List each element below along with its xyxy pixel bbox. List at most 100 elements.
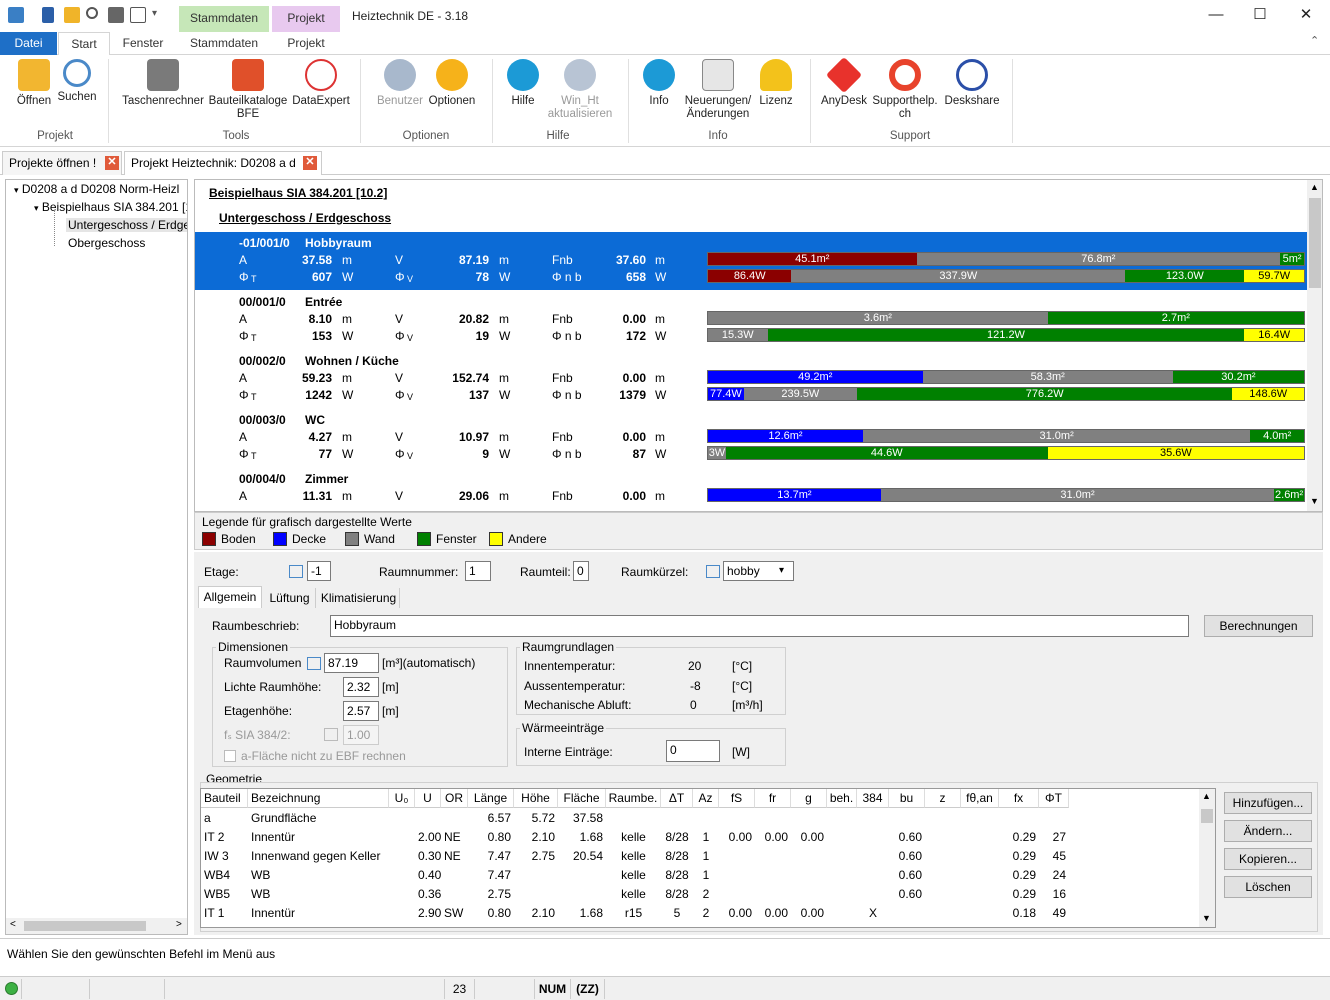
subtab-allgemein[interactable]: Allgemein <box>198 586 262 608</box>
quick-access-dropdown-icon[interactable]: ▾ <box>152 8 157 19</box>
table-row[interactable]: IW 3 Innenwand gegen Keller 0.30 NE 7.47 2.75… <box>201 847 1069 866</box>
tree-node-obergeschoss[interactable]: Obergeschoss <box>68 236 145 250</box>
room-row[interactable]: 00/003/0 WC A 4.27 m V 10.97 m Fnb 0.00 m Φ T 77 W Φ V 9 W… <box>195 409 1307 467</box>
tree-node-building[interactable]: ▾ Beispielhaus SIA 384.201 [1 <box>34 200 187 214</box>
tab-start[interactable]: Start <box>58 32 110 56</box>
calendar-icon[interactable] <box>289 565 303 578</box>
scroll-left-icon[interactable]: < <box>10 919 16 930</box>
table-row[interactable]: IT 1 Innentür 2.90 SW 0.80 2.10 1.68 r15 5 2 0.00 0… <box>201 904 1069 923</box>
column-header[interactable]: U₀ <box>389 789 415 808</box>
column-header[interactable]: ΔT <box>661 789 693 808</box>
raumvolumen-input[interactable]: 87.19 <box>324 653 379 673</box>
taschenrechner-button[interactable]: Taschenrechner <box>120 59 206 108</box>
benutzer-button[interactable]: Benutzer <box>372 59 428 108</box>
info-button[interactable]: Info <box>640 59 678 108</box>
win-ht-button[interactable]: Win_Ht aktualisieren <box>546 59 614 121</box>
column-header[interactable]: fr <box>755 789 791 808</box>
loeschen-button[interactable]: Löschen <box>1224 876 1312 898</box>
column-header[interactable]: Fläche <box>558 789 606 808</box>
oeffnen-button[interactable]: Öffnen <box>12 59 56 108</box>
tab-datei[interactable]: Datei <box>0 32 57 55</box>
room-row[interactable]: 00/001/0 Entrée A 8.10 m V 20.82 m Fnb 0.00 m Φ T 153… <box>195 291 1307 349</box>
column-header[interactable]: z <box>925 789 961 808</box>
room-row[interactable]: 00/004/0 Zimmer A 11.31 m V 29.06 m Fnb 0.00 m 13.7… <box>195 468 1307 511</box>
calendar-icon[interactable] <box>706 565 720 578</box>
column-header[interactable]: OR <box>441 789 468 808</box>
open-folder-icon[interactable] <box>64 7 80 23</box>
raumbeschrieb-input[interactable]: Hobbyraum <box>330 615 1189 637</box>
collapse-ribbon-icon[interactable]: ⌃ <box>1310 34 1319 47</box>
table-row[interactable]: IT 2 Innentür 2.00 NE 0.80 2.10 1.68 kelle 8/28 1… <box>201 828 1069 847</box>
table-row[interactable]: WB5 WB 0.36 2.75 kelle 8/28 2 0.60 0.29 16 <box>201 885 1069 904</box>
column-header[interactable]: beh. <box>827 789 857 808</box>
geometry-scrollbar[interactable]: ▲ ▼ <box>1199 789 1215 927</box>
scroll-thumb[interactable] <box>1201 809 1213 823</box>
column-header[interactable]: Länge <box>468 789 514 808</box>
table-row[interactable]: WB4 WB 0.40 7.47 kelle 8/28 1 0.60 0.29 24 <box>201 866 1069 885</box>
close-document-icon[interactable] <box>130 7 146 23</box>
chevron-down-icon[interactable]: ▾ <box>779 562 784 580</box>
column-header[interactable]: Bezeichnung <box>248 789 389 808</box>
optionen-button[interactable]: Optionen <box>426 59 478 108</box>
room-row[interactable]: -01/001/0 Hobbyraum A 37.58 m V 87.19 m Fnb 37.60… <box>195 232 1307 290</box>
column-header[interactable]: bu <box>889 789 925 808</box>
scroll-thumb[interactable] <box>24 921 146 931</box>
raumnummer-input[interactable]: 1 <box>465 561 491 581</box>
hinzufuegen-button[interactable]: Hinzufügen... <box>1224 792 1312 814</box>
tree-node-untergeschoss[interactable]: Untergeschoss / Erdge <box>66 218 187 232</box>
new-document-icon[interactable] <box>42 7 54 23</box>
scroll-up-icon[interactable]: ▲ <box>1202 791 1211 801</box>
etagenhoehe-input[interactable]: 2.57 <box>343 701 379 721</box>
tab-fenster[interactable]: Fenster <box>112 32 174 55</box>
tab-stammdaten[interactable]: Stammdaten <box>179 32 269 55</box>
expand-icon[interactable]: ▾ <box>14 185 19 195</box>
table-row[interactable]: a Grundfläche 6.57 5.72 37.58 <box>201 809 1069 828</box>
geometry-table[interactable]: Bauteil Bezeichnung U₀ U OR Länge Höhe Fläche Ra… <box>200 788 1216 928</box>
interne-input[interactable]: 0 <box>666 740 720 762</box>
berechnungen-button[interactable]: Berechnungen <box>1204 615 1313 637</box>
tree-node-project[interactable]: ▾ D0208 a d D0208 Norm-Heizl <box>14 182 179 196</box>
tree-hscrollbar[interactable]: < > <box>6 918 187 934</box>
calendar-icon[interactable] <box>307 657 321 670</box>
room-row[interactable]: 00/002/0 Wohnen / Küche A 59.23 m V 152.74 m Fnb… <box>195 350 1307 408</box>
column-header[interactable]: Bauteil <box>201 789 248 808</box>
room-list[interactable]: Beispielhaus SIA 384.201 [10.2] Unterges… <box>194 179 1323 512</box>
search-icon[interactable] <box>86 7 98 19</box>
supporthelp-button[interactable]: Supporthelp. ch <box>868 59 942 121</box>
scroll-up-icon[interactable]: ▲ <box>1310 182 1319 192</box>
column-header[interactable]: fθ,an <box>961 789 999 808</box>
column-header[interactable]: ΦT <box>1039 789 1069 808</box>
column-header[interactable]: fx <box>999 789 1039 808</box>
room-list-scrollbar[interactable]: ▲ ▼ <box>1307 180 1322 511</box>
dataexpert-button[interactable]: DataExpert <box>290 59 352 108</box>
suchen-button[interactable]: Suchen <box>56 59 98 104</box>
close-icon[interactable]: ✕ <box>1286 4 1326 28</box>
minimize-icon[interactable]: — <box>1196 4 1236 28</box>
close-tab-icon[interactable]: ✕ <box>105 156 119 170</box>
column-header[interactable]: fS <box>719 789 755 808</box>
bauteilkataloge-button[interactable]: Bauteilkataloge BFE <box>206 59 290 121</box>
column-header[interactable]: 384 <box>857 789 889 808</box>
lizenz-button[interactable]: Lizenz <box>756 59 796 108</box>
hilfe-button[interactable]: Hilfe <box>500 59 546 108</box>
raumkuerzel-select[interactable]: hobby ▾ <box>723 561 794 581</box>
doc-tab-projekt-heiztechnik[interactable]: Projekt Heiztechnik: D0208 a d ✕ <box>124 151 322 175</box>
column-header[interactable]: g <box>791 789 827 808</box>
print-icon[interactable] <box>108 7 124 23</box>
maximize-icon[interactable]: ☐ <box>1240 4 1280 28</box>
close-tab-icon[interactable]: ✕ <box>303 156 317 170</box>
column-header[interactable]: U <box>415 789 441 808</box>
etage-input[interactable]: -1 <box>307 561 331 581</box>
aflaeche-checkbox[interactable] <box>224 750 236 762</box>
subtab-lueftung[interactable]: Lüftung <box>264 588 316 608</box>
tab-projekt[interactable]: Projekt <box>272 32 340 55</box>
scroll-right-icon[interactable]: > <box>176 919 182 930</box>
aendern-button[interactable]: Ändern... <box>1224 820 1312 842</box>
neuerungen-button[interactable]: Neuerungen/ Änderungen <box>680 59 756 121</box>
expand-icon[interactable]: ▾ <box>34 203 39 213</box>
column-header[interactable]: Höhe <box>514 789 558 808</box>
scroll-down-icon[interactable]: ▼ <box>1310 496 1319 506</box>
doc-tab-projekte-oeffnen[interactable]: Projekte öffnen ! ✕ <box>2 151 122 175</box>
kopieren-button[interactable]: Kopieren... <box>1224 848 1312 870</box>
scroll-down-icon[interactable]: ▼ <box>1202 913 1211 923</box>
